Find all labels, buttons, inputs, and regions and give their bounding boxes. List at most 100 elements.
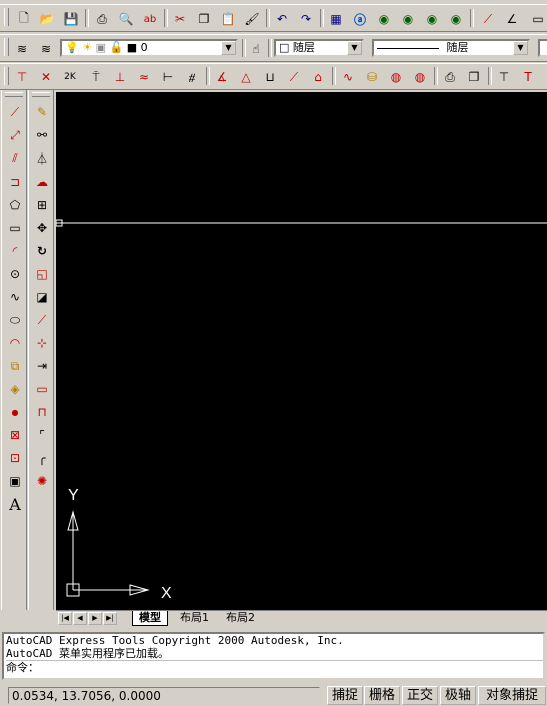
layers-icon[interactable]: ≋ (12, 39, 32, 59)
circle-icon[interactable]: ⊙ (5, 264, 25, 284)
hatch-dim-icon[interactable]: ⧣ (182, 67, 202, 87)
object-properties-icon[interactable]: ☝ (246, 39, 266, 59)
extend-icon[interactable]: ⇥ (32, 356, 52, 376)
break-icon[interactable]: ▭ (32, 379, 52, 399)
cut-icon[interactable]: ✂ (170, 9, 190, 29)
print-preview-icon[interactable]: 🔍 (116, 9, 136, 29)
hatch-icon[interactable]: ⊠ (5, 425, 25, 445)
spell-check-icon[interactable]: ab (140, 9, 160, 29)
region-icon[interactable]: ⊡ (5, 448, 25, 468)
polyline-arrow-icon[interactable]: ⟋ (284, 67, 304, 87)
last-tab-button[interactable]: ▶| (103, 612, 117, 625)
polygon-icon[interactable]: ⬠ (5, 195, 25, 215)
house-icon[interactable]: ⌂ (308, 67, 328, 87)
first-tab-button[interactable]: |◀ (58, 612, 72, 625)
globe-icon[interactable]: ◉ (422, 9, 442, 29)
undo-icon[interactable]: ↶ (272, 9, 292, 29)
stretch-icon[interactable]: ⊢ (158, 67, 178, 87)
command-window[interactable]: AutoCAD Express Tools Copyright 2000 Aut… (2, 632, 545, 680)
copy-object-icon[interactable]: ⚯ (32, 125, 52, 145)
plot-icon[interactable]: ⎙ (440, 67, 460, 87)
scale-icon[interactable]: ◱ (32, 264, 52, 284)
chamfer-icon[interactable]: ⌜ (32, 425, 52, 445)
insert-block-icon[interactable]: ⧉ (5, 356, 25, 376)
color-dropdown[interactable]: □ 随层 ▼ (274, 39, 364, 57)
spline-icon[interactable]: ∿ (5, 287, 25, 307)
wave-icon[interactable]: ∿ (338, 67, 358, 87)
globe-icon[interactable]: ◉ (446, 9, 466, 29)
drawing-canvas[interactable]: Y X (55, 92, 547, 610)
tab-layout1[interactable]: 布局1 (174, 611, 215, 625)
linear-dimension-icon[interactable]: ⊤ (12, 67, 32, 87)
designcenter-icon[interactable]: ▦ (326, 9, 346, 29)
table-icon[interactable]: ▣ (5, 471, 25, 491)
globe-red-icon[interactable]: ◍ (410, 67, 430, 87)
ucs-icon[interactable]: ∠ (502, 9, 522, 29)
line-icon[interactable]: ⟋ (5, 102, 25, 122)
print-icon[interactable]: ⎙ (92, 9, 112, 29)
chevron-down-icon[interactable]: ▼ (347, 41, 362, 55)
trim-icon[interactable]: ⊤ (494, 67, 514, 87)
angle-icon[interactable]: ∡ (212, 67, 232, 87)
baseline-dimension-icon[interactable]: ⍑ (86, 67, 106, 87)
today-icon[interactable]: ⓐ (350, 9, 370, 29)
make-current-layer-icon[interactable]: ≋ (36, 39, 56, 59)
hyperlink-icon[interactable]: ◉ (398, 9, 418, 29)
stretch-icon[interactable]: ◪ (32, 287, 52, 307)
open-icon[interactable]: 📂 (37, 9, 57, 29)
break-icon[interactable]: ≈ (134, 67, 154, 87)
array-icon[interactable]: ⊞ (32, 195, 52, 215)
grid-toggle[interactable]: 栅格 (364, 686, 400, 705)
mirror-icon[interactable]: ⏃ (32, 148, 52, 168)
multiline-text-icon[interactable]: A (5, 494, 25, 514)
save-icon[interactable]: 💾 (61, 9, 81, 29)
browser-icon[interactable]: ◉ (374, 9, 394, 29)
coordinate-display[interactable]: 0.0534, 13.7056, 0.0000 (8, 687, 320, 704)
point-icon[interactable]: ● (5, 402, 25, 422)
ordinate-dimension-icon[interactable]: 2K (60, 67, 80, 87)
command-prompt[interactable]: 命令： (6, 660, 543, 674)
erase-icon[interactable]: ✎ (32, 102, 52, 122)
ortho-toggle[interactable]: 正交 (402, 686, 438, 705)
continue-dimension-icon[interactable]: ⊥ (110, 67, 130, 87)
toolbar-grip[interactable] (4, 67, 9, 85)
tab-model[interactable]: 模型 (132, 611, 168, 626)
offset-icon[interactable]: ☁ (32, 172, 52, 192)
match-properties-icon[interactable]: 🖌 (242, 9, 262, 29)
snap-from-icon[interactable]: ⟋ (478, 9, 498, 29)
toolbar-grip[interactable] (4, 38, 9, 56)
toolbar-grip[interactable] (32, 92, 50, 97)
linetype-dropdown[interactable]: 随层 ▼ (372, 39, 530, 57)
triangle-icon[interactable]: △ (236, 67, 256, 87)
toolbar-grip[interactable] (4, 8, 9, 26)
lineweight-dropdown[interactable] (538, 39, 547, 57)
explode-icon[interactable]: ✺ (32, 471, 52, 491)
layer-dropdown[interactable]: 💡 ☀ ▣ 🔓 ■ 0 ▼ (60, 39, 238, 57)
lengthen-icon[interactable]: ⟋ (32, 310, 52, 330)
prev-tab-button[interactable]: ◀ (73, 612, 87, 625)
bucket-icon[interactable]: ⛁ (362, 67, 382, 87)
snap-toggle[interactable]: 捕捉 (327, 686, 363, 705)
polyline-icon[interactable]: ⊐ (5, 172, 25, 192)
break-at-point-icon[interactable]: ⊓ (32, 402, 52, 422)
arc-icon[interactable]: ◜ (5, 241, 25, 261)
paste-icon[interactable]: 📋 (218, 9, 238, 29)
ellipse-arc-icon[interactable]: ◠ (5, 333, 25, 353)
osnap-toggle[interactable]: 对象捕捉 (478, 686, 546, 705)
polar-toggle[interactable]: 极轴 (440, 686, 476, 705)
new-icon[interactable]: 🗋 (14, 9, 34, 29)
aligned-dimension-icon[interactable]: ✕ (36, 67, 56, 87)
drawing-area[interactable]: Y X (55, 92, 547, 610)
copy-icon[interactable]: ❐ (194, 9, 214, 29)
ellipse-icon[interactable]: ⬭ (5, 310, 25, 330)
chevron-down-icon[interactable]: ▼ (221, 41, 236, 55)
bracket-icon[interactable]: ⊔ (260, 67, 280, 87)
rectangle-icon[interactable]: ▭ (5, 218, 25, 238)
chevron-down-icon[interactable]: ▼ (513, 41, 528, 55)
tab-layout2[interactable]: 布局2 (220, 611, 261, 625)
move-icon[interactable]: ✥ (32, 218, 52, 238)
trim-icon[interactable]: ⊹ (32, 333, 52, 353)
rotate-icon[interactable]: ↻ (32, 241, 52, 261)
toolbar-grip[interactable] (5, 92, 23, 97)
sphere-icon[interactable]: ◍ (386, 67, 406, 87)
